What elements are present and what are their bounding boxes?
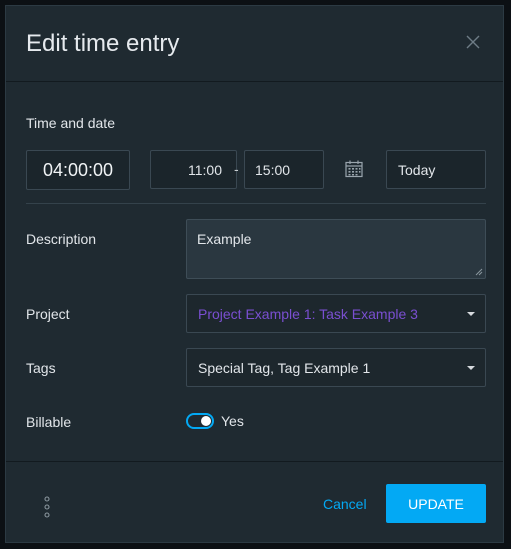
modal-title: Edit time entry [26, 30, 180, 57]
close-icon[interactable] [465, 34, 481, 50]
resize-handle-icon[interactable] [475, 268, 483, 276]
chevron-down-icon [467, 366, 475, 370]
duration-input[interactable]: 04:00:00 [26, 150, 130, 190]
project-label: Project [26, 306, 70, 322]
end-time-input[interactable]: 15:00 [244, 150, 324, 189]
billable-label: Billable [26, 414, 72, 430]
modal-footer: Cancel UPDATE [6, 461, 503, 544]
description-textarea[interactable]: Example [186, 219, 486, 279]
tags-label: Tags [26, 360, 56, 376]
tags-select[interactable]: Special Tag, Tag Example 1 [186, 348, 486, 387]
time-range-separator: - [234, 161, 239, 177]
update-button[interactable]: UPDATE [386, 484, 486, 523]
date-picker-input[interactable]: Today [386, 150, 486, 189]
edit-time-entry-modal: Edit time entry Time and date 04:00:00 1… [5, 5, 504, 543]
time-and-date-label: Time and date [26, 115, 115, 131]
calendar-icon[interactable] [344, 159, 364, 179]
description-value: Example [197, 231, 252, 247]
modal-header: Edit time entry [6, 6, 503, 82]
description-label: Description [26, 231, 97, 247]
project-value: Project Example 1: Task Example 3 [198, 305, 418, 322]
more-vertical-icon[interactable] [43, 495, 51, 519]
start-time-input[interactable]: 11:00 [150, 150, 237, 189]
project-select[interactable]: Project Example 1: Task Example 3 [186, 294, 486, 333]
toggle-knob [201, 416, 211, 426]
cancel-button[interactable]: Cancel [323, 496, 367, 512]
tags-value: Special Tag, Tag Example 1 [198, 359, 371, 376]
chevron-down-icon [467, 312, 475, 316]
billable-toggle[interactable] [186, 413, 214, 429]
section-divider [26, 203, 486, 204]
billable-toggle-label: Yes [221, 413, 244, 429]
